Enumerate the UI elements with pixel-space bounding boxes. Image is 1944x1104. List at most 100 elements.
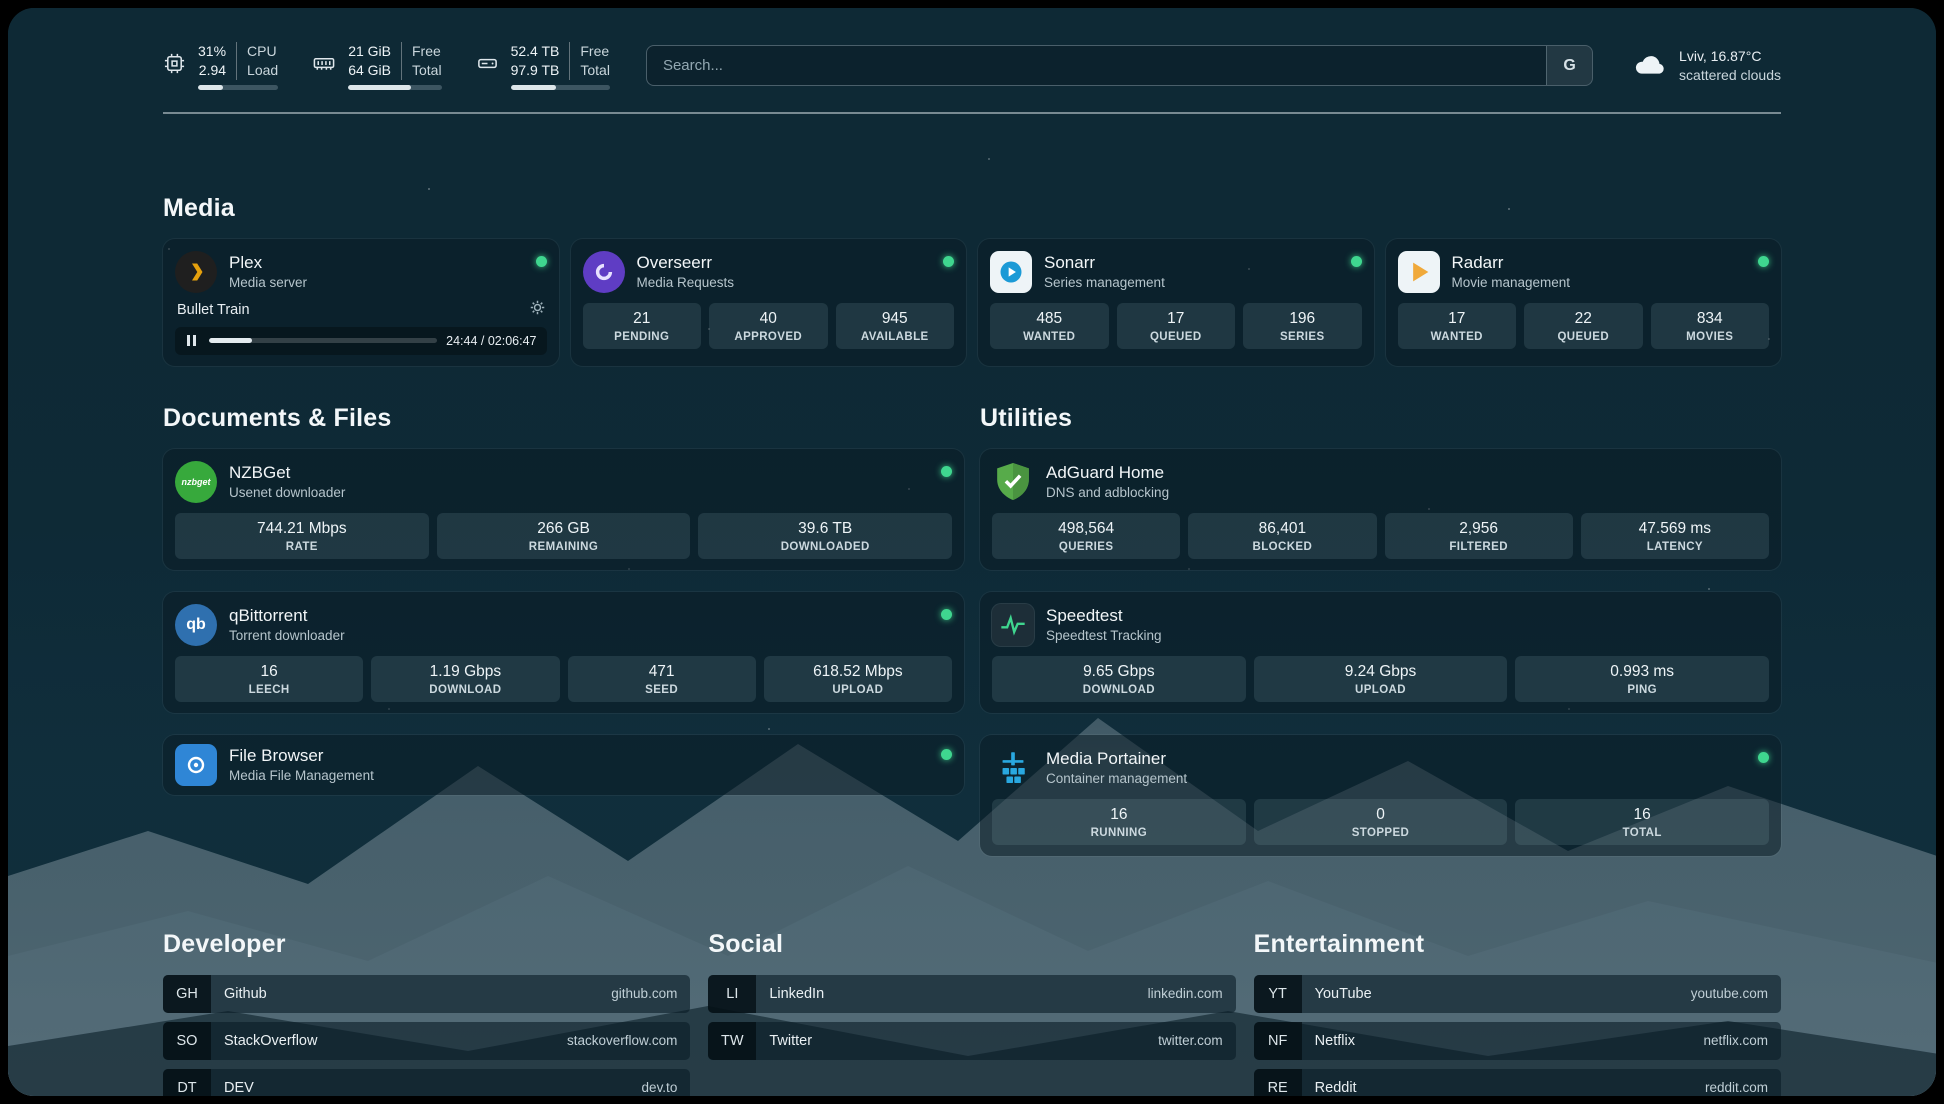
- service-subtitle: Container management: [1046, 771, 1746, 786]
- bookmark-abbr: DT: [163, 1069, 211, 1096]
- service-card-radarr[interactable]: Radarr Movie management 17 WANTED 22 QUE…: [1386, 239, 1782, 366]
- gear-icon[interactable]: [530, 300, 545, 320]
- cpu-meter: [198, 85, 278, 90]
- memory-icon: [312, 52, 336, 80]
- filebrowser-icon: [175, 744, 217, 786]
- service-name: File Browser: [229, 746, 929, 766]
- service-name: qBittorrent: [229, 606, 929, 626]
- dashboard-screen: 31% 2.94 CPU Load: [8, 8, 1936, 1096]
- playback-progress-track[interactable]: [209, 338, 437, 343]
- service-name: Radarr: [1452, 253, 1747, 273]
- disk-labels: Free Total: [569, 42, 610, 80]
- section-title-media: Media: [163, 194, 1781, 223]
- status-dot: [1758, 256, 1769, 267]
- stat-tile: 16 TOTAL: [1515, 799, 1769, 845]
- service-name: Overseerr: [637, 253, 932, 273]
- stat-tile: 16 LEECH: [175, 656, 363, 702]
- service-card-overseerr[interactable]: Overseerr Media Requests 21 PENDING 40 A…: [571, 239, 967, 366]
- stat-tile: 39.6 TB DOWNLOADED: [698, 513, 952, 559]
- bookmark-github[interactable]: GH Github github.com: [163, 975, 690, 1013]
- service-card-filebrowser[interactable]: File Browser Media File Management: [163, 735, 964, 795]
- service-card-adguard[interactable]: AdGuard Home DNS and adblocking 498,564 …: [980, 449, 1781, 570]
- memory-labels: Free Total: [401, 42, 442, 80]
- service-subtitle: Movie management: [1452, 275, 1747, 290]
- stat-tile: 266 GB REMAINING: [437, 513, 691, 559]
- bookmark-abbr: NF: [1254, 1022, 1302, 1060]
- service-card-nzbget[interactable]: nzbget NZBGet Usenet downloader 744.21 M…: [163, 449, 964, 570]
- stat-tile: 834 MOVIES: [1651, 303, 1770, 349]
- status-dot: [536, 256, 547, 267]
- bookmark-netflix[interactable]: NF Netflix netflix.com: [1254, 1022, 1781, 1060]
- bookmark-dev[interactable]: DT DEV dev.to: [163, 1069, 690, 1096]
- service-name: Media Portainer: [1046, 749, 1746, 769]
- service-card-sonarr[interactable]: Sonarr Series management 485 WANTED 17 Q…: [978, 239, 1374, 366]
- stat-tile: 0.993 ms PING: [1515, 656, 1769, 702]
- disk-icon: [476, 52, 499, 80]
- section-title-developer: Developer: [163, 930, 690, 959]
- cpu-labels: CPU Load: [236, 42, 278, 80]
- memory-meter: [348, 85, 441, 90]
- bookmark-reddit[interactable]: RE Reddit reddit.com: [1254, 1069, 1781, 1096]
- service-card-qbittorrent[interactable]: qb qBittorrent Torrent downloader 16 LEE…: [163, 592, 964, 713]
- stat-tile: 17 WANTED: [1398, 303, 1517, 349]
- service-card-portainer[interactable]: Media Portainer Container management 16 …: [980, 735, 1781, 856]
- now-playing: Bullet Train: [175, 300, 547, 355]
- weather-location: Lviv, 16.87°C: [1679, 47, 1781, 66]
- bookmark-youtube[interactable]: YT YouTube youtube.com: [1254, 975, 1781, 1013]
- stat-tile: 0 STOPPED: [1254, 799, 1508, 845]
- bookmark-abbr: RE: [1254, 1069, 1302, 1096]
- stat-tile: 498,564 QUERIES: [992, 513, 1180, 559]
- stat-tile: 2,956 FILTERED: [1385, 513, 1573, 559]
- memory-values: 21 GiB 64 GiB: [348, 42, 391, 80]
- bookmark-linkedin[interactable]: LI LinkedIn linkedin.com: [708, 975, 1235, 1013]
- now-playing-title: Bullet Train: [177, 302, 250, 318]
- bookmark-abbr: TW: [708, 1022, 756, 1060]
- status-dot: [941, 749, 952, 760]
- header-divider: [163, 112, 1781, 114]
- service-subtitle: Media Requests: [637, 275, 932, 290]
- weather-widget: Lviv, 16.87°C scattered clouds: [1633, 47, 1781, 85]
- snow-specks: [8, 8, 10, 10]
- status-dot: [943, 256, 954, 267]
- stat-tile: 16 RUNNING: [992, 799, 1246, 845]
- speedtest-icon: [992, 604, 1034, 646]
- search-provider-button[interactable]: G: [1546, 46, 1592, 85]
- service-name: Speedtest: [1046, 606, 1769, 626]
- status-dot: [1758, 752, 1769, 763]
- stat-tile: 47.569 ms LATENCY: [1581, 513, 1769, 559]
- bookmark-abbr: YT: [1254, 975, 1302, 1013]
- service-name: NZBGet: [229, 463, 929, 483]
- qbittorrent-icon: qb: [175, 604, 217, 646]
- stat-tile: 9.24 Gbps UPLOAD: [1254, 656, 1508, 702]
- section-title-social: Social: [708, 930, 1235, 959]
- weather-condition: scattered clouds: [1679, 66, 1781, 85]
- playback-bar: 24:44 / 02:06:47: [175, 327, 547, 355]
- bookmark-abbr: SO: [163, 1022, 211, 1060]
- service-card-plex[interactable]: Plex Media server Bullet Train: [163, 239, 559, 366]
- service-name: Plex: [229, 253, 524, 273]
- service-card-speedtest[interactable]: Speedtest Speedtest Tracking 9.65 Gbps D…: [980, 592, 1781, 713]
- disk-widget: 52.4 TB 97.9 TB Free Total: [476, 42, 610, 90]
- status-dot: [1351, 256, 1362, 267]
- section-title-utilities: Utilities: [980, 404, 1781, 433]
- nzbget-icon: nzbget: [175, 461, 217, 503]
- bookmark-stackoverflow[interactable]: SO StackOverflow stackoverflow.com: [163, 1022, 690, 1060]
- pause-button[interactable]: [182, 333, 200, 349]
- service-subtitle: DNS and adblocking: [1046, 485, 1769, 500]
- disk-meter: [511, 85, 610, 90]
- service-subtitle: Series management: [1044, 275, 1339, 290]
- service-name: AdGuard Home: [1046, 463, 1769, 483]
- stat-tile: 485 WANTED: [990, 303, 1109, 349]
- service-subtitle: Speedtest Tracking: [1046, 628, 1769, 643]
- disk-values: 52.4 TB 97.9 TB: [511, 42, 560, 80]
- bookmark-abbr: LI: [708, 975, 756, 1013]
- search-bar: G: [646, 45, 1593, 86]
- stat-tile: 86,401 BLOCKED: [1188, 513, 1376, 559]
- cpu-widget: 31% 2.94 CPU Load: [163, 42, 278, 90]
- cloud-icon: [1633, 50, 1667, 81]
- stat-tile: 744.21 Mbps RATE: [175, 513, 429, 559]
- plex-icon: [175, 251, 217, 293]
- overseerr-icon: [583, 251, 625, 293]
- bookmark-twitter[interactable]: TW Twitter twitter.com: [708, 1022, 1235, 1060]
- search-input[interactable]: [647, 46, 1546, 85]
